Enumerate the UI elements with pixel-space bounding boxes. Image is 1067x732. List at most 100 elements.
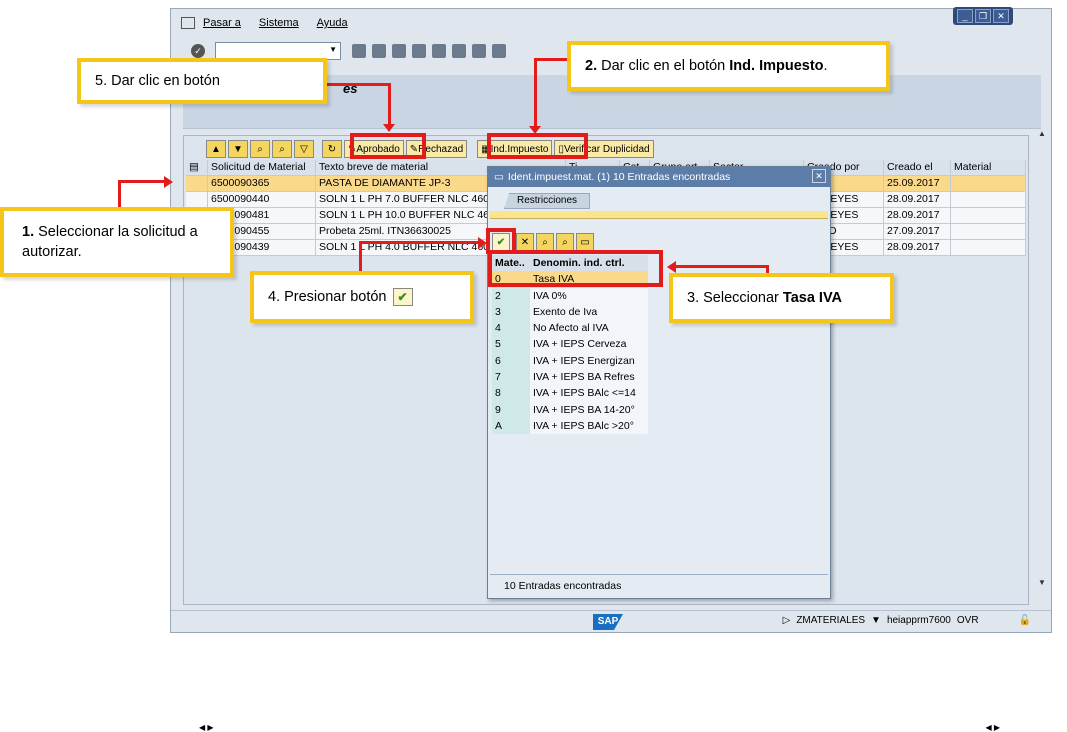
column-header[interactable]: Material [951, 160, 1026, 176]
dialog-title-bar: ▭ Ident.impuest.mat. (1) 10 Entradas enc… [488, 167, 830, 187]
dialog-title: Ident.impuest.mat. (1) 10 Entradas encon… [507, 171, 731, 183]
connector-line [118, 180, 121, 208]
menu-bar: Pasar a Sistema Ayuda _ ❐ ✕ [171, 7, 1051, 37]
indicator-key: A [492, 417, 530, 435]
created-on: 28.09.2017 [884, 208, 951, 224]
lock-icon[interactable]: 🔓 [1019, 615, 1031, 626]
indicator-desc: Exento de Iva [530, 303, 648, 321]
search-icon[interactable]: ⌕ [250, 140, 270, 158]
dialog-separator[interactable] [490, 211, 828, 219]
note-3-text: 3. Seleccionar [687, 290, 783, 306]
indicator-desc: IVA + IEPS BAlc <=14 [530, 385, 648, 402]
dropdown-icon[interactable]: ▼ [871, 615, 881, 626]
vertical-scrollbar[interactable]: ▲ ▼ [1035, 129, 1049, 609]
refresh-icon[interactable]: ↻ [322, 140, 342, 158]
list-item[interactable]: 2 IVA 0% [492, 287, 648, 304]
list-item[interactable]: A IVA + IEPS BAlc >20° [492, 417, 648, 435]
scroll-left-icon[interactable]: ◀ ▶ [199, 723, 214, 732]
play-icon[interactable]: ▷ [783, 615, 791, 626]
list-item[interactable]: 6 IVA + IEPS Energizan [492, 352, 648, 370]
save-icon[interactable] [372, 44, 386, 58]
restore-button[interactable]: ❐ [975, 9, 991, 23]
row-selector[interactable] [186, 176, 208, 192]
highlight-tasa-iva [488, 250, 663, 287]
cancel-icon[interactable]: ✕ [516, 233, 534, 251]
scroll-up-icon[interactable]: ▲ [1035, 129, 1049, 138]
indicator-desc: IVA + IEPS Cerveza [530, 336, 648, 353]
note-1-container: 1. Seleccionar la solicitud a autorizar. [22, 222, 216, 262]
row-selector[interactable] [186, 192, 208, 208]
details-icon[interactable]: ▲ [206, 140, 226, 158]
list-item[interactable]: 8 IVA + IEPS BAlc <=14 [492, 385, 648, 402]
column-header[interactable]: Creado el [884, 160, 951, 176]
find-icon[interactable] [452, 44, 466, 58]
dialog-close-icon[interactable]: ✕ [812, 169, 826, 183]
note-5-text: 5. Dar clic en botón [95, 73, 220, 89]
scroll-down-icon[interactable]: ▼ [1035, 578, 1049, 587]
list-item[interactable]: 5 IVA + IEPS Cerveza [492, 336, 648, 353]
dialog-status: 10 Entradas encontradas [490, 574, 828, 596]
indicator-key: 2 [492, 287, 530, 304]
status-info: ▷ ZMATERIALES ▼ heiapprm7600 OVR 🔓 [777, 615, 1031, 626]
server-name: heiapprm7600 [886, 615, 951, 626]
indicator-desc: No Afecto al IVA [530, 320, 648, 337]
connector-line [534, 58, 570, 61]
connector-line [118, 180, 164, 183]
menu-pasar-a[interactable]: Pasar a [203, 17, 241, 29]
tab-restricciones[interactable]: Restricciones [504, 193, 591, 209]
dialog-icon: ▭ [494, 171, 504, 183]
menu-ayuda[interactable]: Ayuda [317, 17, 348, 29]
insert-mode: OVR [956, 615, 979, 626]
highlight-tax-button [487, 133, 588, 159]
exit-icon[interactable] [392, 44, 406, 58]
enter-icon[interactable]: ✓ [191, 44, 205, 58]
check-icon: ✔ [392, 288, 413, 306]
find-next-icon[interactable] [472, 44, 486, 58]
indicator-key: 6 [492, 352, 530, 370]
print-icon[interactable] [432, 44, 446, 58]
search-next-icon[interactable]: ⌕ [272, 140, 292, 158]
select-all-icon[interactable]: ▤ [186, 160, 208, 176]
note-step-2: 2. Dar clic en el botón Ind. Impuesto . [567, 41, 890, 91]
arrow-head [383, 124, 395, 132]
scroll-right-icon[interactable]: ◀ ▶ [985, 723, 1000, 732]
created-on: 27.09.2017 [884, 224, 951, 240]
filter-icon[interactable]: ▽ [294, 140, 314, 158]
close-button[interactable]: ✕ [993, 9, 1009, 23]
note-3-bold: Tasa IVA [782, 290, 843, 306]
print-icon[interactable]: ▭ [576, 233, 594, 251]
list-item[interactable]: 9 IVA + IEPS BA 14-20° [492, 401, 648, 418]
menu-sistema[interactable]: Sistema [259, 17, 299, 29]
indicator-key: 5 [492, 336, 530, 353]
column-header[interactable]: Solicitud de Material [208, 160, 316, 176]
note-step-3: 3. Seleccionar Tasa IVA [669, 273, 894, 323]
highlight-approve [350, 133, 426, 159]
indicator-desc: IVA + IEPS BA Refres [530, 369, 648, 386]
request-id: 6500090440 [208, 192, 316, 208]
connector-line [359, 241, 362, 271]
arrow-head [667, 261, 676, 273]
first-page-icon[interactable] [492, 44, 506, 58]
find-icon[interactable]: ⌕ [536, 233, 554, 251]
back-icon[interactable] [352, 44, 366, 58]
menu-icon[interactable] [181, 17, 195, 29]
note-1-number: 1. [22, 224, 35, 240]
list-item[interactable]: 7 IVA + IEPS BA Refres [492, 369, 648, 386]
connector-line [388, 83, 391, 127]
list-item[interactable]: 4 No Afecto al IVA [492, 320, 648, 337]
request-id: 6500090365 [208, 176, 316, 192]
indicator-key: 8 [492, 385, 530, 402]
note-2-end: . [823, 58, 828, 74]
note-4-text: 4. Presionar botón [268, 289, 387, 305]
window-controls: _ ❐ ✕ [953, 7, 1013, 25]
cancel-icon[interactable] [412, 44, 426, 58]
minimize-button[interactable]: _ [957, 9, 973, 23]
program-name: ZMATERIALES [796, 615, 866, 626]
note-2-number: 2. [585, 58, 598, 74]
find-next-icon[interactable]: ⌕ [556, 233, 574, 251]
created-on: 28.09.2017 [884, 240, 951, 256]
indicator-desc: IVA + IEPS BAlc >20° [530, 417, 648, 435]
list-item[interactable]: 3 Exento de Iva [492, 303, 648, 321]
sort-icon[interactable]: ▼ [228, 140, 248, 158]
indicator-desc: IVA 0% [530, 287, 648, 304]
